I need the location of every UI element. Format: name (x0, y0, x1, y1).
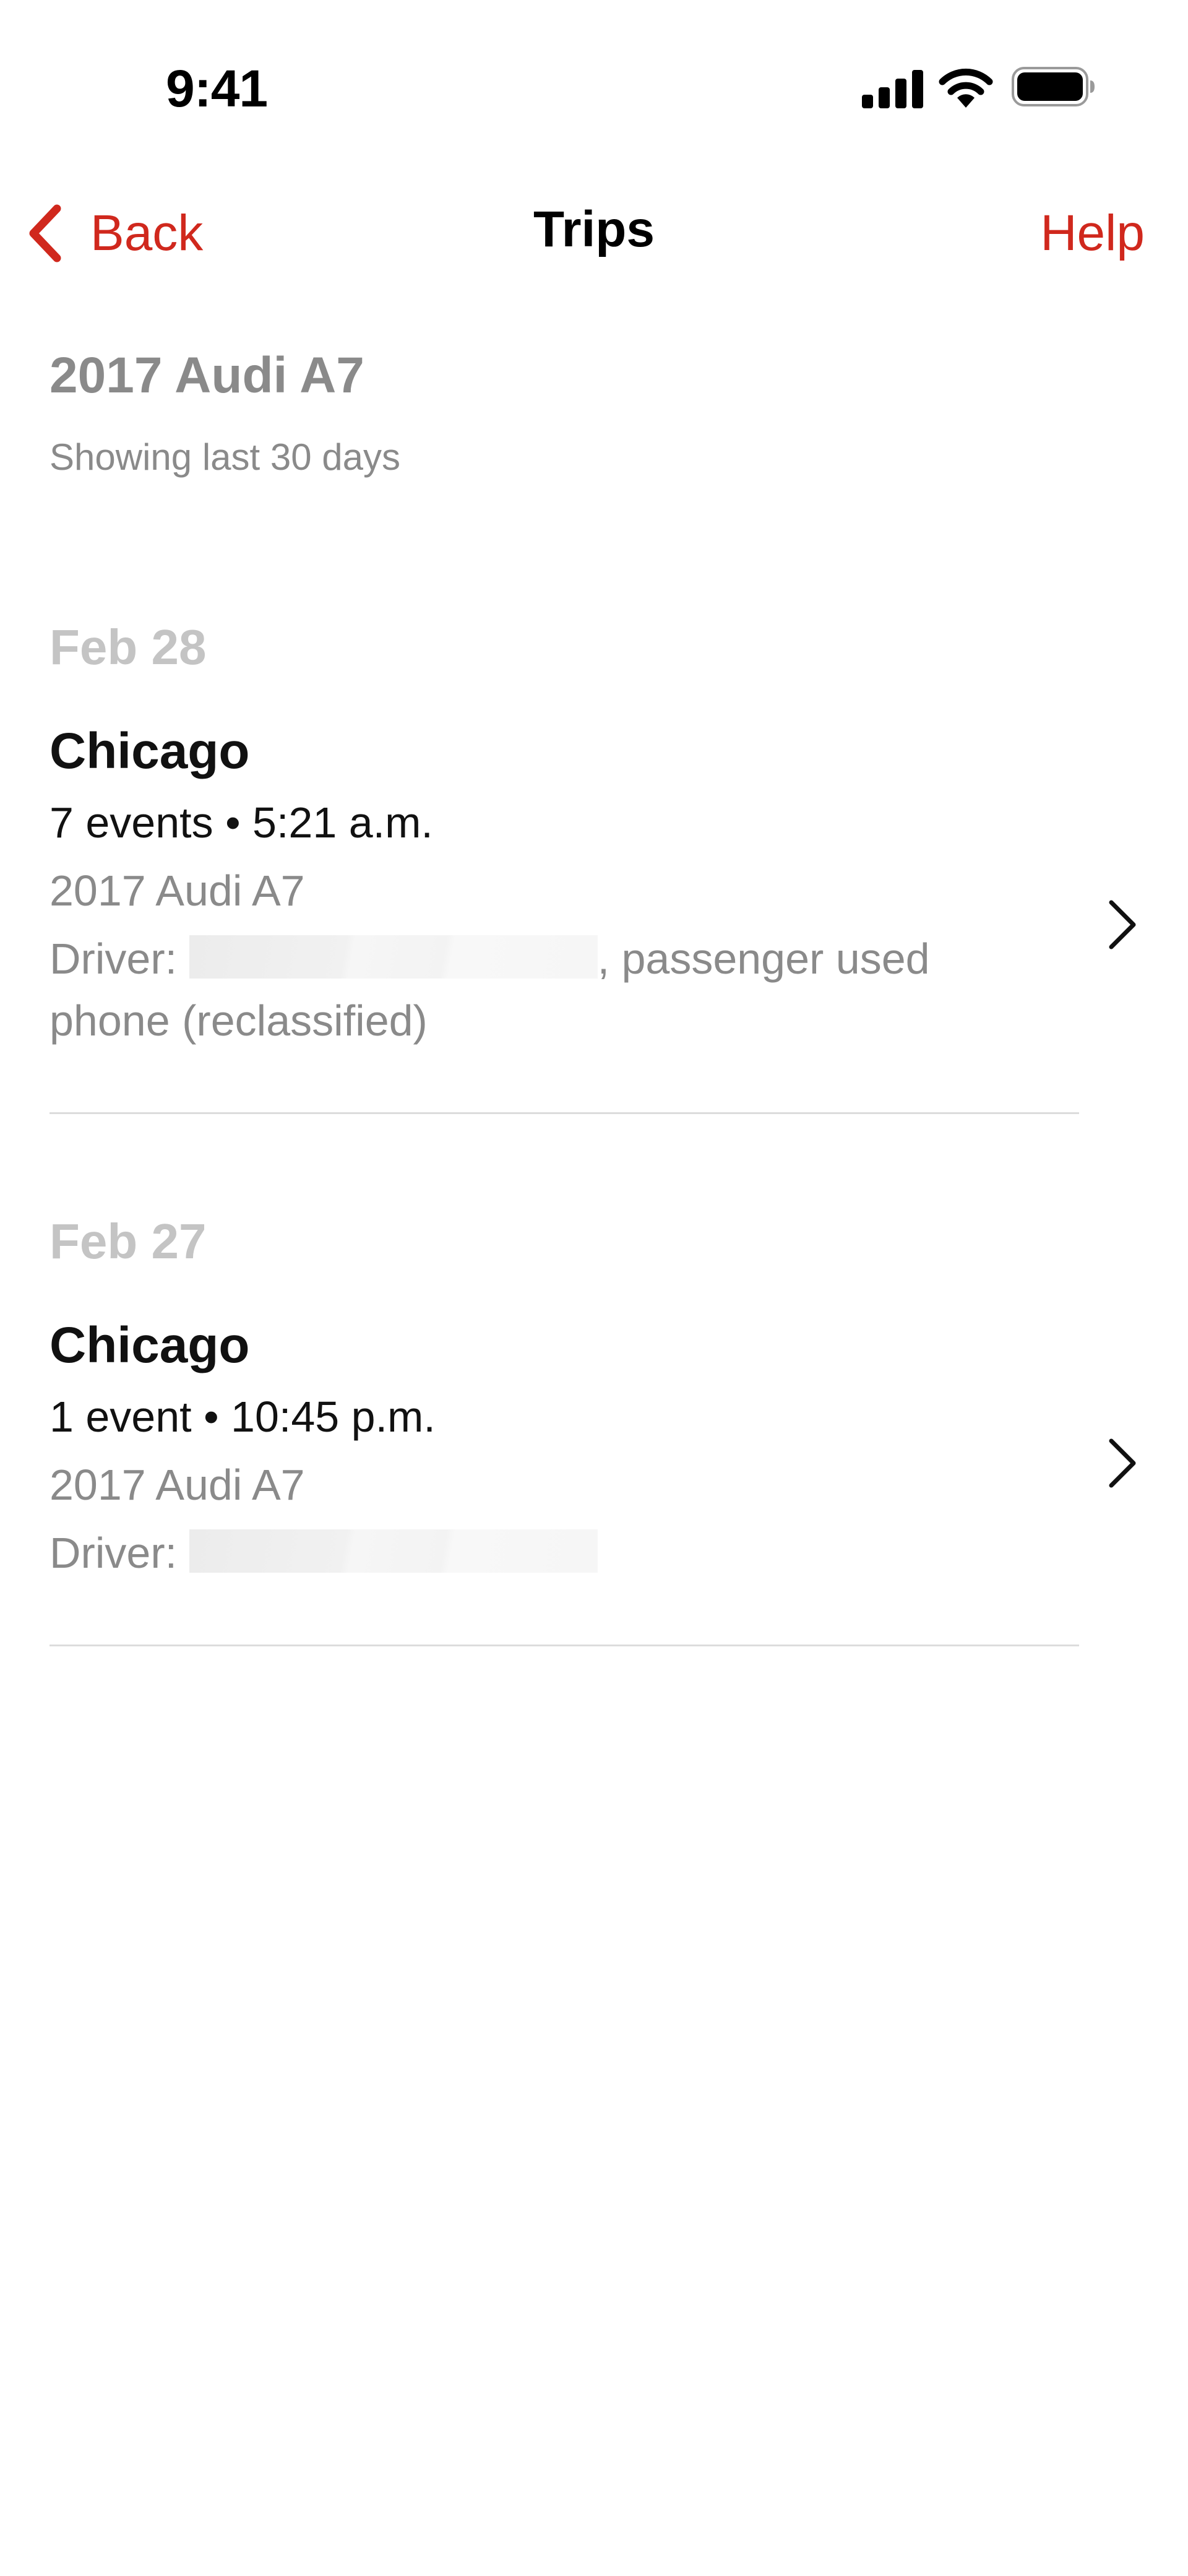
date-range-subtitle: Showing last 30 days (50, 436, 401, 478)
trip-vehicle: 2017 Audi A7 (50, 867, 305, 915)
redacted-driver-name (189, 1529, 598, 1573)
chevron-right-icon (1109, 900, 1136, 949)
trip-driver: Driver: (50, 1522, 1040, 1584)
trip-row[interactable]: Chicago 7 events • 5:21 a.m. 2017 Audi A… (50, 715, 1138, 1061)
battery-icon (1012, 67, 1095, 106)
status-time: 9:41 (166, 59, 268, 118)
trip-row[interactable]: Chicago 1 event • 10:45 p.m. 2017 Audi A… (50, 1309, 1138, 1581)
trip-city: Chicago (50, 1317, 250, 1373)
date-header: Feb 27 (50, 1214, 207, 1269)
wifi-icon (939, 68, 993, 108)
chevron-right-icon (1109, 1438, 1136, 1488)
page-title: Trips (533, 201, 655, 257)
divider (50, 1645, 1079, 1646)
redacted-driver-name (189, 935, 598, 979)
help-button[interactable]: Help (1040, 199, 1145, 267)
cellular-signal-icon (862, 70, 923, 108)
driver-label: Driver: (50, 935, 178, 983)
divider (50, 1112, 1079, 1114)
trip-events-time: 1 event • 10:45 p.m. (50, 1393, 436, 1441)
vehicle-title: 2017 Audi A7 (50, 347, 364, 404)
trip-events-time: 7 events • 5:21 a.m. (50, 798, 433, 847)
date-header: Feb 28 (50, 620, 207, 675)
trip-vehicle: 2017 Audi A7 (50, 1461, 305, 1509)
driver-label: Driver: (50, 1529, 178, 1577)
trip-driver: Driver: , passenger used phone (reclassi… (50, 928, 1040, 1052)
trip-city: Chicago (50, 723, 250, 779)
